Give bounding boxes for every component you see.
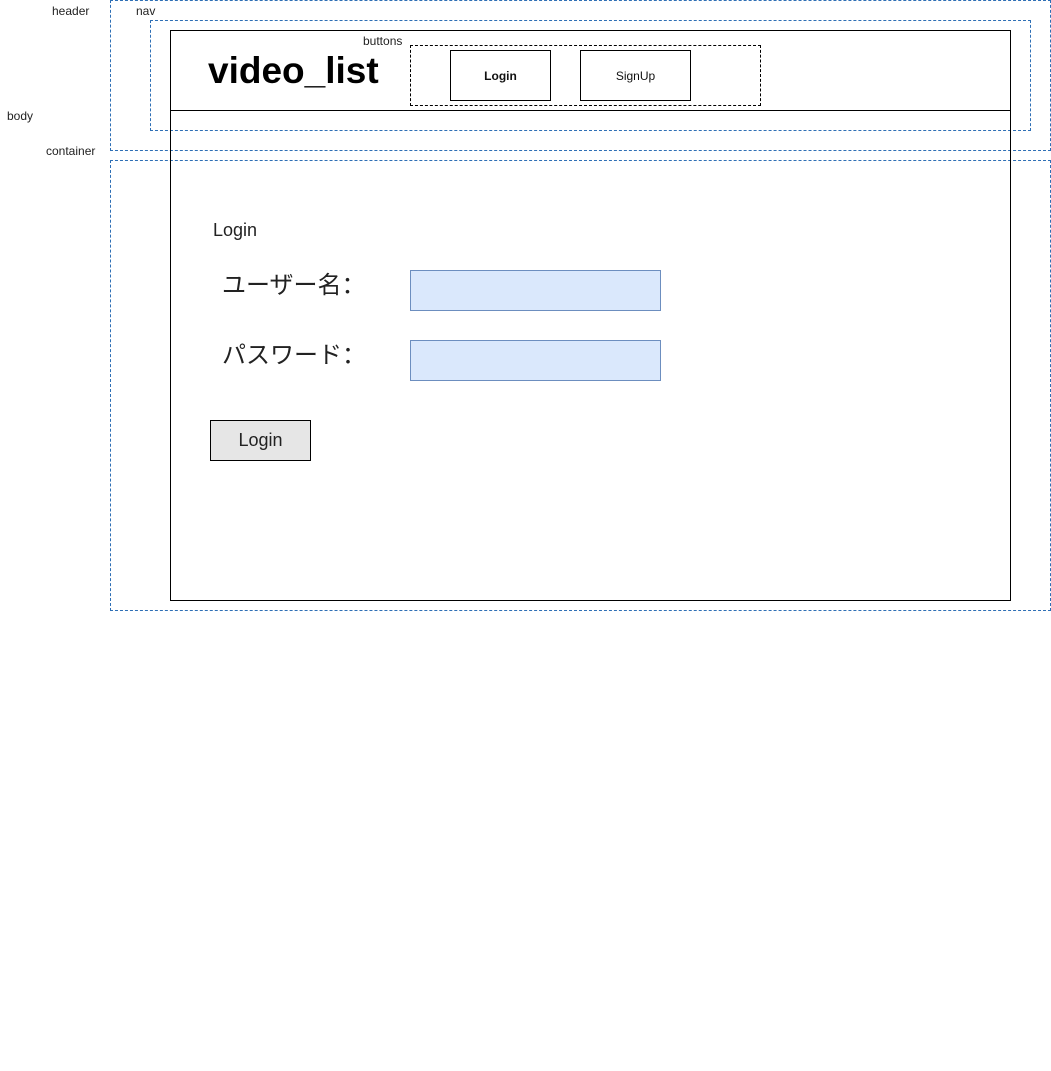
login-nav-button[interactable]: Login [450,50,551,101]
header-annotation: header [52,4,90,18]
username-input[interactable] [410,270,661,311]
password-input[interactable] [410,340,661,381]
body-annotation: body [7,109,34,123]
signup-nav-button[interactable]: SignUp [580,50,691,101]
nav-annotation: nav [136,4,156,18]
login-form-heading: Login [213,220,258,240]
login-submit-button[interactable]: Login [210,420,311,461]
header-divider [170,110,1011,111]
body-frame [170,30,1011,601]
username-label: ユーザー名： [222,271,366,299]
container-annotation: container [46,144,96,158]
password-label: パスワード： [222,341,366,369]
site-title: video_list [208,50,379,91]
